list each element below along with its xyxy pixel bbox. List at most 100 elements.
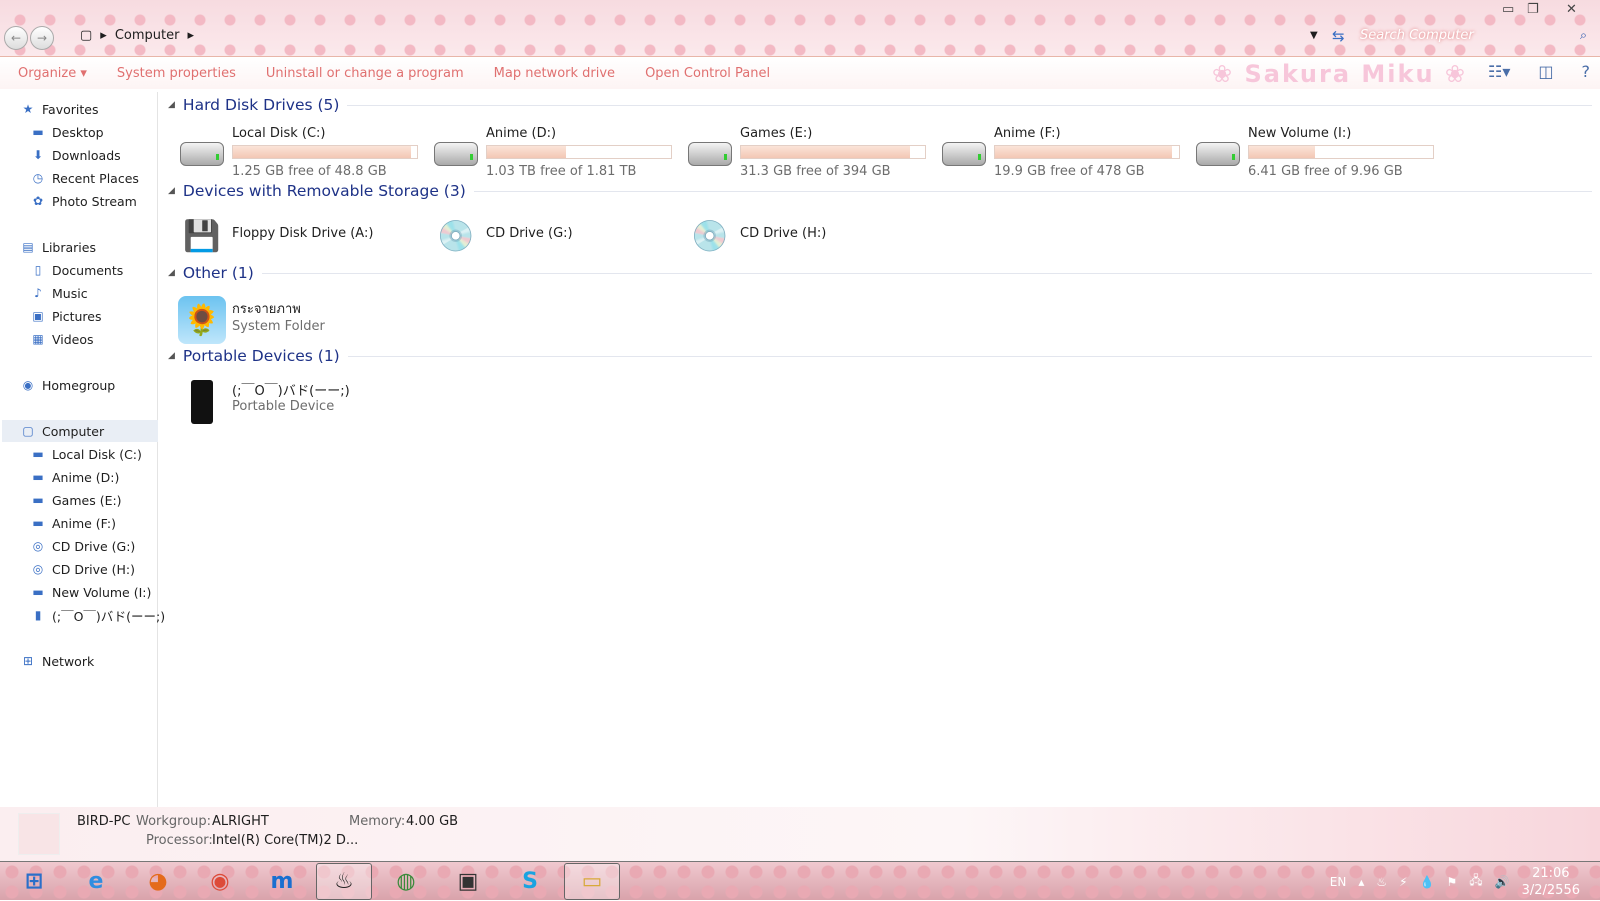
start-button[interactable]: ⊞ <box>6 863 62 900</box>
tray-app-icon[interactable]: ⚡ <box>1399 875 1407 889</box>
floppy-drive-a[interactable]: 💾 Floppy Disk Drive (A:) <box>178 212 373 260</box>
firefox-icon[interactable]: ◕ <box>130 863 186 900</box>
preview-pane-icon[interactable]: ◫ <box>1538 62 1553 81</box>
group-header-removable[interactable]: ◢ Devices with Removable Storage (3) <box>168 182 1592 200</box>
sidebar-item[interactable]: ⊞ Network <box>20 650 176 672</box>
sidebar-item-label: Downloads <box>52 147 121 163</box>
sidebar-item[interactable]: ▬ New Volume (I:) <box>30 581 186 603</box>
drive-item[interactable]: Local Disk (C:) 1.25 GB free of 48.8 GB <box>178 124 418 179</box>
sidebar-item[interactable]: ✿ Photo Stream <box>30 190 186 212</box>
sidebar-item[interactable]: ◉ Homegroup <box>20 374 176 396</box>
refresh-icon[interactable]: ⇆ <box>1332 27 1345 45</box>
sidebar-item[interactable]: ▯ Documents <box>30 259 186 281</box>
steam-tray-icon[interactable]: ♨ <box>1376 875 1387 889</box>
drive-item[interactable]: Anime (D:) 1.03 TB free of 1.81 TB <box>432 124 672 179</box>
collapse-icon[interactable]: ◢ <box>168 268 175 278</box>
sidebar-item[interactable]: ▬ Anime (D:) <box>30 466 186 488</box>
group-header-hard-disk-drives[interactable]: ◢ Hard Disk Drives (5) <box>168 96 1592 114</box>
sidebar-item-label: Recent Places <box>52 170 139 186</box>
sidebar-item[interactable]: ♪ Music <box>30 282 186 304</box>
sidebar-item[interactable]: ▮ (;￣O￣)バド(ーー;) <box>30 604 186 626</box>
sidebar-item[interactable]: ▢ Computer <box>2 420 158 442</box>
memory-label: Memory: <box>349 814 406 829</box>
sidebar-item[interactable]: ▬ Games (E:) <box>30 489 186 511</box>
skype-icon[interactable]: S <box>502 863 558 900</box>
system-folder-item[interactable]: 🌻 กระจายภาพ System Folder <box>178 296 325 344</box>
sidebar-item-icon: ★ <box>22 102 34 116</box>
volume-icon[interactable]: 🔊 <box>1495 875 1510 889</box>
monitor-app-icon[interactable]: ▣ <box>440 863 496 900</box>
drive-free-space: 6.41 GB free of 9.96 GB <box>1248 164 1403 179</box>
network-globe-icon[interactable]: ◍ <box>378 863 434 900</box>
show-hidden-icons[interactable]: ▴ <box>1358 875 1364 889</box>
close-button[interactable]: ✕ <box>1566 2 1577 17</box>
drive-free-space: 1.03 TB free of 1.81 TB <box>486 164 637 179</box>
droplet-icon[interactable]: 💧 <box>1420 875 1435 889</box>
sidebar-item[interactable]: ◷ Recent Places <box>30 167 186 189</box>
processor-label: Processor: <box>146 833 213 848</box>
search-icon[interactable]: ⌕ <box>1580 27 1587 43</box>
uninstall-program-button[interactable]: Uninstall or change a program <box>266 66 464 81</box>
sidebar-item-label: (;￣O￣)バド(ーー;) <box>52 608 166 624</box>
cd-drive-g[interactable]: 💿 CD Drive (G:) <box>432 212 572 260</box>
sidebar-item-label: Music <box>52 285 88 301</box>
language-indicator[interactable]: EN <box>1330 875 1347 889</box>
navigation-pane: ★ Favorites ▬ Desktop ⬇ Downloads ◷ Recent Plac… <box>0 92 165 807</box>
collapse-icon[interactable]: ◢ <box>168 186 175 196</box>
forward-button[interactable]: → <box>30 26 54 50</box>
view-options-icon[interactable]: ☷▾ <box>1488 62 1510 81</box>
clock[interactable]: 21:06 3/2/2556 <box>1522 865 1580 899</box>
action-center-flag-icon[interactable]: ⚑ <box>1447 875 1458 889</box>
search-input[interactable]: Search Computer <box>1360 28 1474 43</box>
network-icon[interactable]: 🖧 <box>1469 871 1482 892</box>
sidebar-item-label: Homegroup <box>42 377 116 393</box>
sidebar-item-icon: ▤ <box>22 240 34 254</box>
drive-name: Games (E:) <box>740 126 813 141</box>
drive-free-space: 19.9 GB free of 478 GB <box>994 164 1145 179</box>
group-header-other[interactable]: ◢ Other (1) <box>168 264 1592 282</box>
sidebar-item-icon: ▮ <box>34 608 42 622</box>
chrome-icon[interactable]: ◉ <box>192 863 248 900</box>
restore-button[interactable]: ❐ <box>1527 2 1539 17</box>
collapse-icon[interactable]: ◢ <box>168 351 175 361</box>
sidebar-item[interactable]: ▦ Videos <box>30 328 186 350</box>
address-dropdown-icon[interactable]: ▼ <box>1310 30 1318 41</box>
drive-item[interactable]: Games (E:) 31.3 GB free of 394 GB <box>686 124 926 179</box>
back-button[interactable]: ← <box>4 26 28 50</box>
sidebar-item[interactable]: ▬ Local Disk (C:) <box>30 443 186 465</box>
internet-explorer-icon[interactable]: e <box>68 863 124 900</box>
system-properties-button[interactable]: System properties <box>117 66 236 81</box>
sidebar-item[interactable]: ◎ CD Drive (G:) <box>30 535 186 557</box>
drive-item[interactable]: New Volume (I:) 6.41 GB free of 9.96 GB <box>1194 124 1434 179</box>
hard-drive-icon <box>1194 124 1242 172</box>
steam-icon[interactable]: ♨ <box>316 862 372 900</box>
sidebar-item[interactable]: ◎ CD Drive (H:) <box>30 558 186 580</box>
minimize-button[interactable]: ▭ <box>1502 2 1514 17</box>
computer-icon: ▢ <box>80 28 93 43</box>
breadcrumb-computer[interactable]: Computer <box>115 28 180 43</box>
drive-item[interactable]: Anime (F:) 19.9 GB free of 478 GB <box>940 124 1180 179</box>
sidebar-item[interactable]: ▬ Desktop <box>30 121 186 143</box>
maxthon-icon[interactable]: m <box>254 863 310 900</box>
sidebar-item[interactable]: ▤ Libraries <box>20 236 176 258</box>
computer-thumbnail <box>18 813 60 855</box>
breadcrumb[interactable]: ▢ ▸ Computer ▸ <box>80 28 194 43</box>
windows-explorer-icon[interactable]: ▭ <box>564 862 620 900</box>
drive-usage-bar <box>740 145 926 159</box>
sidebar-item[interactable]: ⬇ Downloads <box>30 144 186 166</box>
group-header-portable[interactable]: ◢ Portable Devices (1) <box>168 347 1592 365</box>
organize-menu[interactable]: Organize ▾ <box>18 66 87 81</box>
open-control-panel-button[interactable]: Open Control Panel <box>645 66 770 81</box>
sidebar-item[interactable]: ▣ Pictures <box>30 305 186 327</box>
cd-drive-h[interactable]: 💿 CD Drive (H:) <box>686 212 826 260</box>
date: 3/2/2556 <box>1521 882 1580 898</box>
sidebar-item-label: Desktop <box>52 124 104 140</box>
portable-device-item[interactable]: (;￣O￣)バド(ーー;) Portable Device <box>178 378 350 426</box>
help-icon[interactable]: ? <box>1582 62 1591 81</box>
collapse-icon[interactable]: ◢ <box>168 100 175 110</box>
sidebar-item[interactable]: ▬ Anime (F:) <box>30 512 186 534</box>
map-network-drive-button[interactable]: Map network drive <box>494 66 615 81</box>
sidebar-item-label: Documents <box>52 262 124 278</box>
sidebar-item-icon: ♪ <box>34 286 42 300</box>
sidebar-item[interactable]: ★ Favorites <box>20 98 176 120</box>
